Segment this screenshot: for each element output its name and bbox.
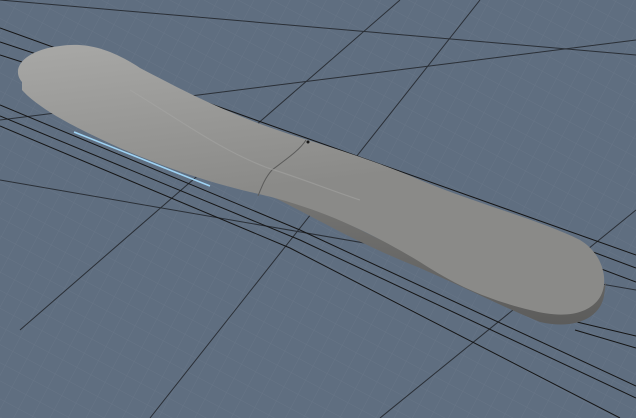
3d-viewport[interactable] bbox=[0, 0, 636, 418]
viewport-canvas[interactable] bbox=[0, 0, 636, 418]
vertex-marker[interactable] bbox=[306, 140, 310, 144]
